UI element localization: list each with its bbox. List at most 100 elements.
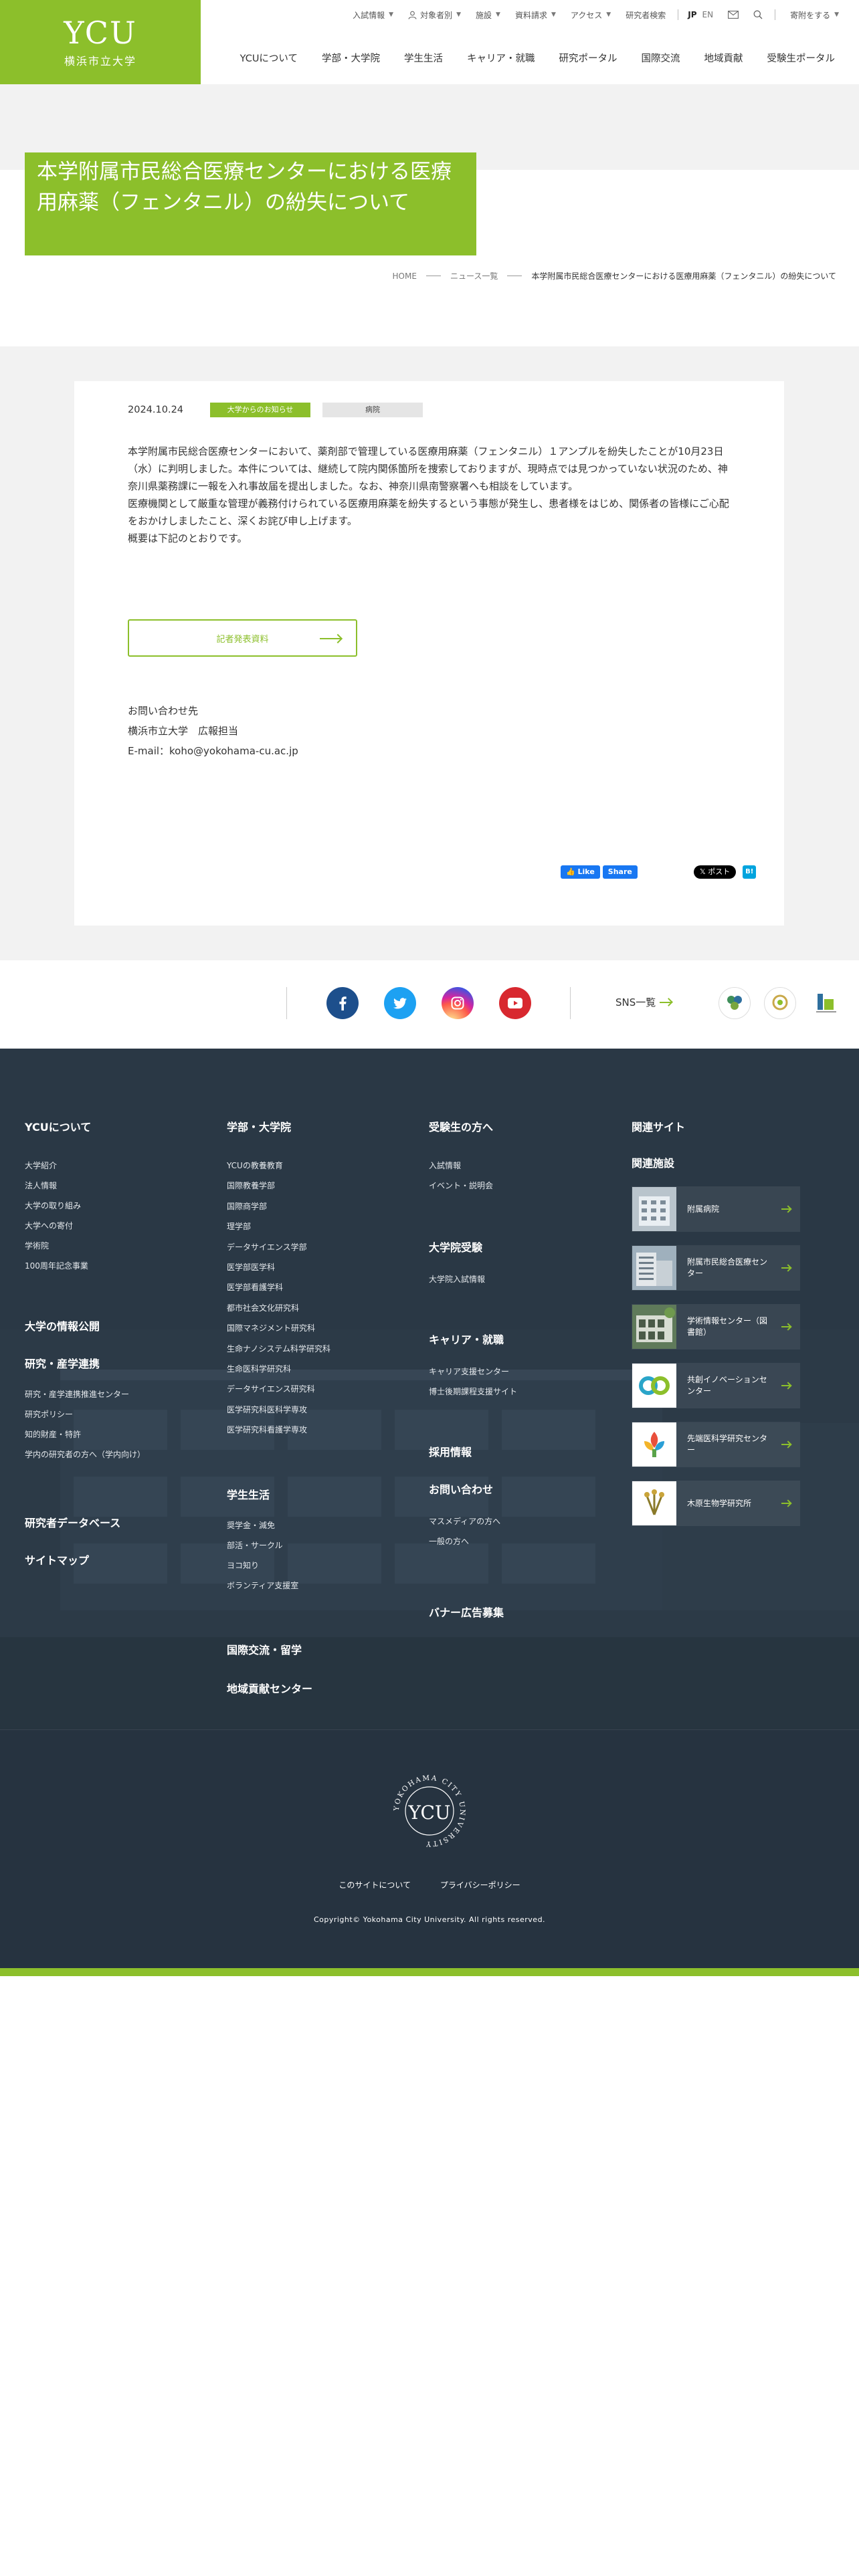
footer-heading[interactable]: 国際交流・留学 (227, 1641, 330, 1657)
footer-link[interactable]: 研究ポリシー (25, 1404, 145, 1424)
related-facility-hospital[interactable]: 附属病院 (632, 1186, 800, 1232)
footer-link[interactable]: 大学院入試情報 (429, 1269, 517, 1289)
util-access[interactable]: アクセス ▼ (571, 9, 611, 21)
youtube-link[interactable] (499, 987, 531, 1019)
footer-link[interactable]: 理学部 (227, 1216, 330, 1237)
footer-link[interactable]: 法人情報 (25, 1176, 145, 1196)
footer-link[interactable]: ボランティア支援室 (227, 1576, 330, 1596)
footer-link[interactable]: YCUの教養教育 (227, 1156, 330, 1176)
footer-heading[interactable]: 採用情報 (429, 1443, 517, 1459)
category-tag[interactable]: 大学からのお知らせ (210, 403, 311, 417)
footer-link[interactable]: 生命医科学研究科 (227, 1359, 330, 1379)
footer-link[interactable]: 国際商学部 (227, 1196, 330, 1216)
press-release-button[interactable]: 記者発表資料 (128, 619, 357, 657)
twitter-link[interactable] (384, 987, 416, 1019)
util-shisetsu[interactable]: 施設 ▼ (476, 9, 500, 21)
footer-link[interactable]: 博士後期課程支援サイト (429, 1382, 517, 1402)
instagram-link[interactable] (442, 987, 474, 1019)
footer-link[interactable]: データサイエンス研究科 (227, 1379, 330, 1399)
footer-link[interactable]: 入試情報 (429, 1156, 517, 1176)
related-facility-kihara[interactable]: 木原生物学研究所 (632, 1481, 800, 1526)
related-sns-link-3[interactable] (809, 987, 842, 1019)
nav-research[interactable]: 研究ポータル (559, 51, 617, 65)
footer-heading[interactable]: 地域貢献センター (227, 1680, 330, 1696)
footer-heading[interactable]: 大学院受験 (429, 1239, 517, 1255)
footer-link[interactable]: 国際マネジメント研究科 (227, 1318, 330, 1338)
footer-link[interactable]: 学内の研究者の方へ（学内向け） (25, 1444, 145, 1465)
facebook-share-button[interactable]: Share (602, 865, 638, 879)
footer-link[interactable]: 学術院 (25, 1236, 145, 1256)
nav-faculties[interactable]: 学部・大学院 (322, 51, 380, 65)
related-facility-medical-center[interactable]: 附属市民総合医療センター (632, 1245, 800, 1291)
footer-link[interactable]: 医学研究科看護学専攻 (227, 1420, 330, 1440)
facility-thumbnail (632, 1246, 676, 1290)
footer-link-about-site[interactable]: このサイトについて (339, 1881, 411, 1890)
footer-link[interactable]: 大学への寄付 (25, 1216, 145, 1236)
nav-community[interactable]: 地域貢献 (704, 51, 743, 65)
chevron-down-icon: ▼ (389, 11, 394, 18)
mail-button[interactable] (728, 11, 739, 19)
related-sns-link-1[interactable] (719, 987, 751, 1019)
footer-link[interactable]: 部活・サークル (227, 1535, 330, 1555)
footer-heading[interactable]: バナー広告募集 (429, 1604, 517, 1620)
footer-link[interactable]: 研究・産学連携推進センター (25, 1384, 145, 1404)
footer-link-privacy[interactable]: プライバシーポリシー (440, 1881, 520, 1890)
sns-list-link[interactable]: SNS一覧 (615, 995, 672, 1009)
util-nyushi[interactable]: 入試情報 ▼ (353, 9, 393, 21)
footer-link[interactable]: 大学の取り組み (25, 1196, 145, 1216)
university-emblem[interactable]: YOKOHAMA CITY UNIVERSITY YCU (391, 1772, 468, 1850)
breadcrumb-home[interactable]: HOME (393, 272, 417, 281)
category-tag-hospital[interactable]: 病院 (322, 403, 423, 417)
footer-link[interactable]: 国際教養学部 (227, 1176, 330, 1196)
search-button[interactable] (753, 10, 763, 19)
util-taisho[interactable]: 対象者別 ▼ (408, 9, 461, 21)
footer-link[interactable]: データサイエンス学部 (227, 1237, 330, 1257)
lang-en[interactable]: EN (702, 10, 714, 19)
footer-heading[interactable]: 大学の情報公開 (25, 1317, 145, 1333)
related-facility-advanced-medical[interactable]: 先端医科学研究センター (632, 1422, 800, 1467)
lang-jp[interactable]: JP (688, 10, 696, 19)
facebook-link[interactable] (326, 987, 359, 1019)
footer-link[interactable]: 奨学金・減免 (227, 1515, 330, 1535)
footer-heading[interactable]: 受験生の方へ (429, 1118, 517, 1134)
footer-heading[interactable]: YCUについて (25, 1118, 145, 1134)
nav-applicants[interactable]: 受験生ポータル (767, 51, 836, 65)
util-support[interactable]: 寄附をする ▼ (790, 9, 839, 21)
footer-link[interactable]: 都市社会文化研究科 (227, 1298, 330, 1318)
footer-heading[interactable]: 研究者データベース (25, 1514, 145, 1530)
nav-student-life[interactable]: 学生生活 (404, 51, 443, 65)
related-facility-library[interactable]: 学術情報センター（図書館） (632, 1304, 800, 1350)
footer-heading[interactable]: 研究・産学連携 (25, 1355, 145, 1371)
util-kenkyusha[interactable]: 研究者検索 (626, 9, 666, 21)
footer-link[interactable]: 一般の方へ (429, 1531, 517, 1551)
nav-career[interactable]: キャリア・就職 (467, 51, 535, 65)
footer-link[interactable]: 大学紹介 (25, 1156, 145, 1176)
breadcrumb-news[interactable]: ニュース一覧 (450, 270, 498, 282)
footer-link[interactable]: キャリア支援センター (429, 1362, 517, 1382)
footer-heading[interactable]: 学部・大学院 (227, 1118, 330, 1134)
footer-link[interactable]: 医学部医学科 (227, 1257, 330, 1277)
footer-link[interactable]: 医学研究科医科学専攻 (227, 1400, 330, 1420)
nav-international[interactable]: 国際交流 (642, 51, 680, 65)
site-logo[interactable]: YCU 横浜市立大学 (0, 0, 201, 84)
footer-link[interactable]: 医学部看護学科 (227, 1277, 330, 1297)
footer-link[interactable]: ヨコ知り (227, 1555, 330, 1576)
footer-link[interactable]: イベント・説明会 (429, 1176, 517, 1196)
footer-heading[interactable]: 関連サイト (632, 1118, 685, 1134)
footer-link[interactable]: 100周年記念事業 (25, 1256, 145, 1276)
footer-heading[interactable]: お問い合わせ (429, 1481, 517, 1497)
footer-link[interactable]: 知的財産・特許 (25, 1424, 145, 1444)
related-facility-innovation[interactable]: 共創イノベーションセンター (632, 1363, 800, 1408)
nav-about[interactable]: YCUについて (240, 51, 298, 65)
facebook-like-button[interactable]: 👍 Like (561, 865, 600, 879)
footer-heading[interactable]: サイトマップ (25, 1551, 145, 1568)
footer-heading[interactable]: キャリア・就職 (429, 1331, 517, 1347)
related-sns-link-2[interactable] (764, 987, 796, 1019)
footer-link[interactable]: 生命ナノシステム科学研究科 (227, 1339, 330, 1359)
x-post-button[interactable]: 𝕏 ポスト (693, 865, 737, 879)
util-shiryo[interactable]: 資料請求 ▼ (515, 9, 556, 21)
contact-email[interactable]: E-mail：koho@yokohama-cu.ac.jp (128, 741, 298, 761)
footer-link[interactable]: マスメディアの方へ (429, 1511, 517, 1531)
hatena-bookmark-button[interactable]: B! (743, 865, 757, 879)
footer-heading[interactable]: 学生生活 (227, 1486, 330, 1502)
